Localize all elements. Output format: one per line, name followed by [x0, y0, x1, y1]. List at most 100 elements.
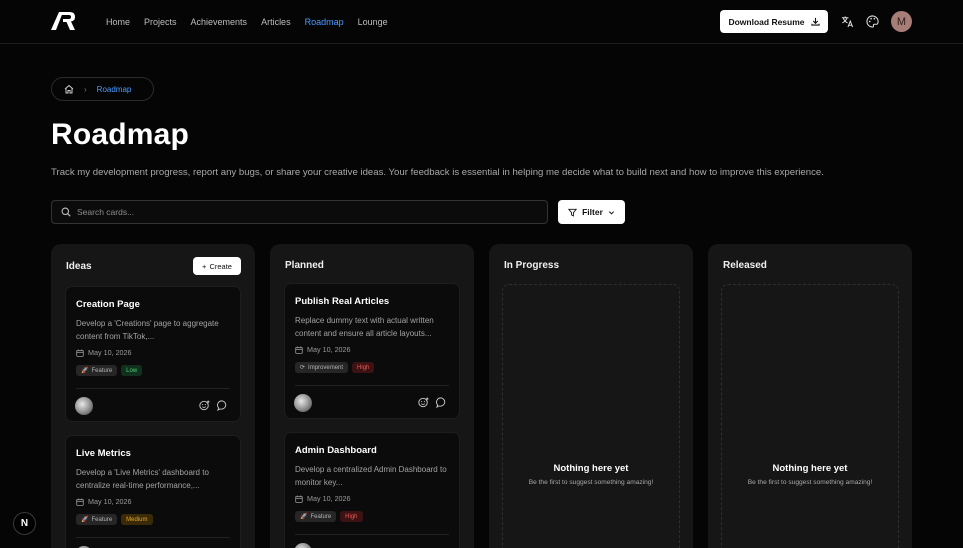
- page-description: Track my development progress, report an…: [51, 167, 824, 178]
- card-title: Creation Page: [76, 299, 140, 310]
- type-tag-label: Feature: [91, 516, 113, 523]
- search-input[interactable]: [77, 207, 477, 217]
- create-label: Create: [209, 261, 232, 271]
- card-date-text: May 10, 2026: [307, 494, 351, 503]
- rocket-icon: 🚀: [81, 517, 89, 523]
- ar-logo-icon[interactable]: [51, 12, 75, 30]
- card-date-text: May 10, 2026: [88, 497, 132, 506]
- add-reaction-icon[interactable]: [199, 400, 210, 411]
- card-tags: 🚀 Feature Low: [76, 365, 143, 376]
- card-title: Admin Dashboard: [295, 445, 377, 456]
- card-title: Publish Real Articles: [295, 296, 390, 307]
- column-released: Released Nothing here yet Be the first t…: [708, 244, 912, 548]
- search-icon: [61, 207, 71, 217]
- card-tags: ⟳ Improvement High: [295, 362, 375, 373]
- nav-projects[interactable]: Projects: [144, 17, 177, 27]
- roadmap-card[interactable]: Creation Page Develop a 'Creations' page…: [65, 286, 241, 422]
- drop-zone[interactable]: [721, 284, 899, 548]
- card-description: Develop a 'Creations' page to aggregate …: [76, 319, 219, 341]
- column-ideas: Ideas + Create Creation Page Develop a '…: [51, 244, 255, 548]
- nav-lounge[interactable]: Lounge: [358, 17, 388, 27]
- type-tag-label: Feature: [91, 367, 113, 374]
- rocket-icon: 🚀: [81, 368, 89, 374]
- search-box[interactable]: [51, 200, 548, 224]
- breadcrumb-current[interactable]: Roadmap: [97, 85, 132, 94]
- calendar-icon: [295, 495, 303, 503]
- card-date: May 10, 2026: [76, 348, 132, 357]
- card-date: May 10, 2026: [295, 345, 351, 354]
- priority-tag: Medium: [121, 514, 153, 525]
- create-card-button[interactable]: + Create: [193, 257, 241, 275]
- card-date-text: May 10, 2026: [88, 348, 132, 357]
- column-in-progress: In Progress Nothing here yet Be the firs…: [489, 244, 693, 548]
- rocket-icon: 🚀: [300, 514, 308, 520]
- empty-state-subtitle: Be the first to suggest something amazin…: [747, 479, 873, 486]
- card-divider: [295, 385, 449, 386]
- calendar-icon: [295, 346, 303, 354]
- priority-tag: Low: [121, 365, 143, 376]
- type-tag: 🚀 Feature: [76, 365, 118, 376]
- calendar-icon: [76, 498, 84, 506]
- filter-button[interactable]: Filter: [558, 200, 625, 224]
- priority-tag: High: [340, 511, 363, 522]
- filter-icon: [568, 208, 578, 217]
- card-description: Develop a 'Live Metrics' dashboard to ce…: [76, 468, 209, 490]
- type-tag: 🚀 Feature: [295, 511, 337, 522]
- comment-icon[interactable]: [436, 397, 447, 408]
- type-tag: ⟳ Improvement: [295, 362, 349, 373]
- column-title: In Progress: [504, 260, 560, 271]
- roadmap-card[interactable]: Live Metrics Develop a 'Live Metrics' da…: [65, 435, 241, 548]
- user-avatar[interactable]: M: [891, 11, 912, 32]
- card-date: May 10, 2026: [76, 497, 132, 506]
- card-tags: 🚀 Feature High: [295, 511, 363, 522]
- empty-state-title: Nothing here yet: [772, 463, 848, 474]
- priority-tag: High: [352, 362, 375, 373]
- nav-home[interactable]: Home: [106, 17, 130, 27]
- type-tag-label: Improvement: [308, 364, 344, 371]
- breadcrumb: › Roadmap: [51, 77, 154, 101]
- card-actions: [418, 397, 447, 408]
- download-icon: [810, 17, 820, 26]
- card-title: Live Metrics: [76, 448, 131, 459]
- download-resume-button[interactable]: Download Resume: [720, 10, 828, 33]
- page-title: Roadmap: [51, 118, 190, 151]
- card-divider: [295, 534, 449, 535]
- chevron-right-icon: ›: [84, 84, 87, 94]
- nav-articles[interactable]: Articles: [261, 17, 291, 27]
- dev-tools-badge[interactable]: N: [13, 512, 36, 535]
- type-tag: 🚀 Feature: [76, 514, 118, 525]
- card-divider: [76, 388, 230, 389]
- plus-icon: +: [202, 261, 207, 271]
- download-resume-label: Download Resume: [728, 16, 805, 27]
- card-divider: [76, 537, 230, 538]
- roadmap-card[interactable]: Publish Real Articles Replace dummy text…: [284, 283, 460, 419]
- top-navbar: Home Projects Achievements Articles Road…: [0, 0, 963, 44]
- author-avatar: [294, 543, 312, 548]
- filter-label: Filter: [582, 207, 603, 217]
- drop-zone[interactable]: [502, 284, 680, 548]
- author-avatar: [75, 397, 93, 415]
- chevron-down-icon: [608, 210, 614, 214]
- card-date: May 10, 2026: [295, 494, 351, 503]
- palette-icon[interactable]: [864, 13, 880, 29]
- card-tags: 🚀 Feature Medium: [76, 514, 153, 525]
- column-title: Ideas: [66, 261, 92, 272]
- nav-achievements[interactable]: Achievements: [191, 17, 248, 27]
- card-description: Replace dummy text with actual written c…: [295, 316, 434, 338]
- card-description: Develop a centralized Admin Dashboard to…: [295, 465, 447, 487]
- empty-state-subtitle: Be the first to suggest something amazin…: [528, 479, 654, 486]
- nav-roadmap[interactable]: Roadmap: [305, 17, 344, 27]
- card-actions: [199, 400, 228, 411]
- comment-icon[interactable]: [217, 400, 228, 411]
- add-reaction-icon[interactable]: [418, 397, 429, 408]
- card-date-text: May 10, 2026: [307, 345, 351, 354]
- author-avatar: [294, 394, 312, 412]
- main-nav: Home Projects Achievements Articles Road…: [106, 0, 388, 44]
- translate-icon[interactable]: [839, 13, 855, 29]
- roadmap-card[interactable]: Admin Dashboard Develop a centralized Ad…: [284, 432, 460, 548]
- calendar-icon: [76, 349, 84, 357]
- home-icon[interactable]: [64, 84, 74, 94]
- column-title: Released: [723, 260, 767, 271]
- improvement-icon: ⟳: [300, 365, 306, 371]
- column-title: Planned: [285, 260, 324, 271]
